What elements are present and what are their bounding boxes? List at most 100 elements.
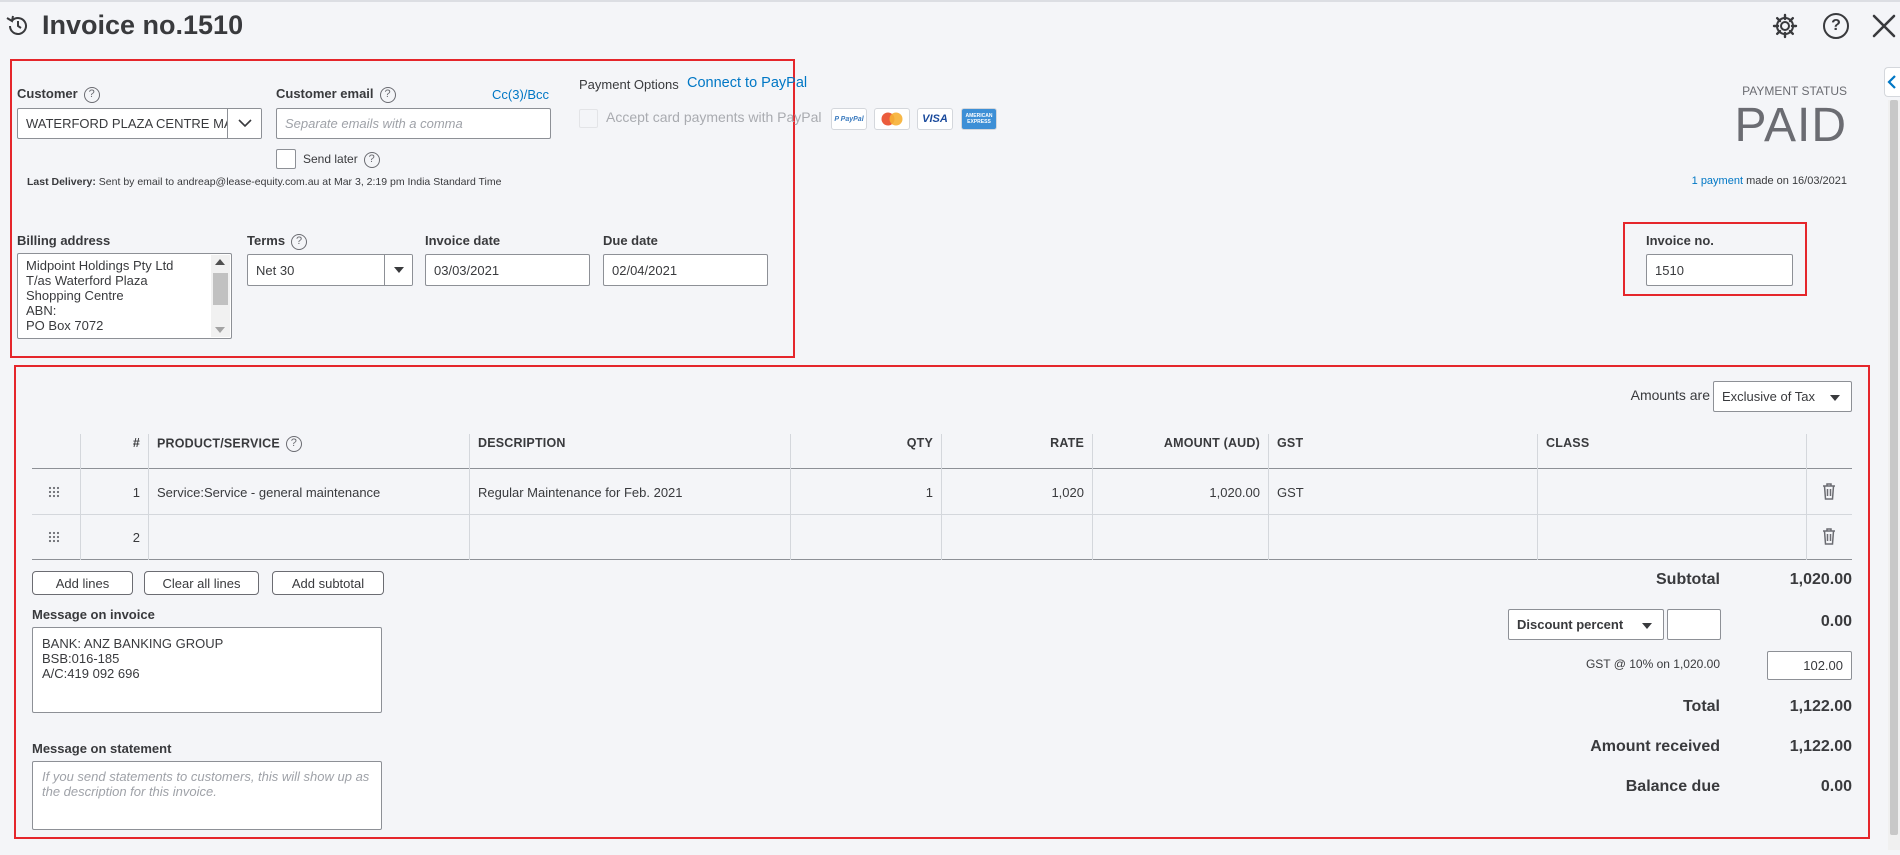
- row-amount[interactable]: 1,020.00: [1094, 485, 1260, 500]
- message-invoice-label: Message on invoice: [32, 607, 155, 622]
- visa-card-icon: VISA: [917, 108, 953, 130]
- customer-select[interactable]: WATERFORD PLAZA CENTRE MA: [17, 108, 262, 139]
- page-title: Invoice no.1510: [42, 10, 244, 40]
- discount-type-select[interactable]: Discount percent: [1508, 609, 1664, 640]
- col-divider: [1268, 434, 1269, 560]
- total-value: 1,122.00: [1789, 698, 1852, 715]
- message-statement-input[interactable]: If you send statements to customers, thi…: [32, 761, 382, 830]
- subtotal-label: Subtotal: [1656, 571, 1720, 588]
- connect-paypal-link[interactable]: Connect to PayPal: [687, 75, 807, 91]
- payment-options-label: Payment Options: [579, 77, 679, 92]
- gear-icon[interactable]: [1771, 12, 1799, 40]
- side-panel-toggle[interactable]: [1884, 67, 1900, 97]
- caret-down-icon: [1830, 395, 1840, 401]
- column-header-rate: RATE: [1050, 436, 1084, 450]
- subtotal-value: 1,020.00: [1789, 571, 1852, 588]
- payment-status-label: PAYMENT STATUS: [1742, 84, 1847, 98]
- amounts-are-value: Exclusive of Tax: [1722, 389, 1815, 404]
- help-icon[interactable]: ?: [1823, 13, 1849, 39]
- billing-address-label: Billing address: [17, 233, 111, 248]
- amex-card-icon: AMERICAN EXPRESS: [961, 108, 997, 130]
- invoice-no-label: Invoice no.: [1646, 233, 1714, 248]
- help-icon[interactable]: ?: [83, 86, 100, 103]
- accept-cards-checkbox[interactable]: [579, 109, 598, 128]
- column-header-class: CLASS: [1546, 436, 1590, 450]
- chevron-down-icon[interactable]: [227, 109, 261, 138]
- balance-due-label: Balance due: [1625, 778, 1720, 795]
- top-border: [0, 0, 1900, 2]
- send-later-checkbox[interactable]: [276, 149, 296, 169]
- help-icon[interactable]: ?: [363, 152, 380, 168]
- column-header-gst: GST: [1277, 436, 1304, 450]
- discount-percent-input[interactable]: [1667, 609, 1721, 640]
- message-invoice-input[interactable]: BANK: ANZ BANKING GROUP BSB:016-185 A/C:…: [32, 627, 382, 713]
- billing-address-input[interactable]: Midpoint Holdings Pty Ltd T/as Waterford…: [17, 253, 232, 339]
- history-icon[interactable]: [4, 12, 32, 40]
- cc-bcc-link[interactable]: Cc(3)/Bcc: [492, 87, 549, 102]
- col-divider: [941, 434, 942, 560]
- gst-label: GST @ 10% on 1,020.00: [1585, 657, 1720, 671]
- payment-summary: 1 payment made on 16/03/2021: [1691, 175, 1847, 187]
- invoice-no-input[interactable]: 1510: [1646, 254, 1793, 286]
- customer-value: WATERFORD PLAZA CENTRE MA: [26, 116, 233, 131]
- row-number: 2: [132, 530, 140, 545]
- help-icon[interactable]: ?: [379, 86, 396, 103]
- row-qty[interactable]: 1: [792, 485, 933, 500]
- row-rate[interactable]: 1,020: [943, 485, 1084, 500]
- send-later-label: Send later?: [303, 152, 380, 168]
- add-lines-button[interactable]: Add lines: [32, 571, 133, 595]
- column-header-product: PRODUCT/SERVICE?: [157, 436, 302, 452]
- col-divider: [790, 434, 791, 560]
- discount-type-value: Discount percent: [1517, 617, 1624, 632]
- trash-icon[interactable]: [1822, 483, 1836, 500]
- row-product[interactable]: Service:Service - general maintenance: [157, 485, 380, 500]
- drag-handle-icon[interactable]: [48, 531, 60, 543]
- due-date-input[interactable]: 02/04/2021: [603, 254, 768, 286]
- last-delivery: Last Delivery: Sent by email to andreap@…: [27, 176, 502, 188]
- invoice-date-input[interactable]: 03/03/2021: [425, 254, 590, 286]
- col-divider: [1092, 434, 1093, 560]
- row-gst[interactable]: GST: [1277, 485, 1304, 500]
- caret-down-icon[interactable]: [384, 255, 412, 285]
- col-divider: [469, 434, 470, 560]
- column-header-description: DESCRIPTION: [478, 436, 566, 450]
- column-header-qty: QTY: [906, 436, 933, 450]
- scrollbar-thumb[interactable]: [1890, 100, 1898, 835]
- terms-label: Terms?: [247, 233, 308, 250]
- table-bottom-rule: [32, 559, 1852, 560]
- caret-down-icon: [1642, 623, 1652, 629]
- message-statement-label: Message on statement: [32, 741, 172, 756]
- due-date-label: Due date: [603, 233, 658, 248]
- billing-scrollbar[interactable]: [211, 255, 230, 337]
- mastercard-icon: [874, 108, 910, 130]
- clear-all-lines-button[interactable]: Clear all lines: [144, 571, 259, 595]
- col-divider: [80, 434, 81, 560]
- terms-value: Net 30: [256, 262, 295, 278]
- help-icon[interactable]: ?: [291, 233, 308, 250]
- close-icon[interactable]: [1870, 12, 1898, 40]
- chevron-left-icon: [1887, 75, 1896, 89]
- row-description[interactable]: Regular Maintenance for Feb. 2021: [478, 485, 683, 500]
- page-scrollbar[interactable]: [1888, 100, 1900, 850]
- accept-cards-label: Accept card payments with PayPal: [606, 109, 822, 125]
- amount-received-label: Amount received: [1590, 738, 1720, 755]
- terms-select[interactable]: Net 30: [247, 254, 413, 286]
- gst-amount-input[interactable]: 102.00: [1767, 651, 1852, 680]
- customer-label: Customer?: [17, 86, 100, 103]
- customer-email-label: Customer email?: [276, 86, 396, 103]
- col-divider: [1806, 434, 1807, 560]
- column-header-amount: AMOUNT (AUD): [1163, 436, 1260, 450]
- table-header-rule: [32, 468, 1852, 469]
- table-row-rule: [32, 514, 1852, 515]
- payment-link[interactable]: 1 payment: [1692, 175, 1743, 187]
- row-number: 1: [132, 485, 140, 500]
- col-divider: [148, 434, 149, 560]
- drag-handle-icon[interactable]: [48, 486, 60, 498]
- add-subtotal-button[interactable]: Add subtotal: [272, 571, 384, 595]
- help-icon[interactable]: ?: [285, 436, 302, 452]
- customer-email-input[interactable]: Separate emails with a comma: [276, 108, 551, 139]
- trash-icon[interactable]: [1822, 528, 1836, 545]
- column-header-num: #: [132, 436, 140, 450]
- amounts-are-select[interactable]: Exclusive of Tax: [1713, 381, 1852, 412]
- invoice-date-label: Invoice date: [425, 233, 501, 248]
